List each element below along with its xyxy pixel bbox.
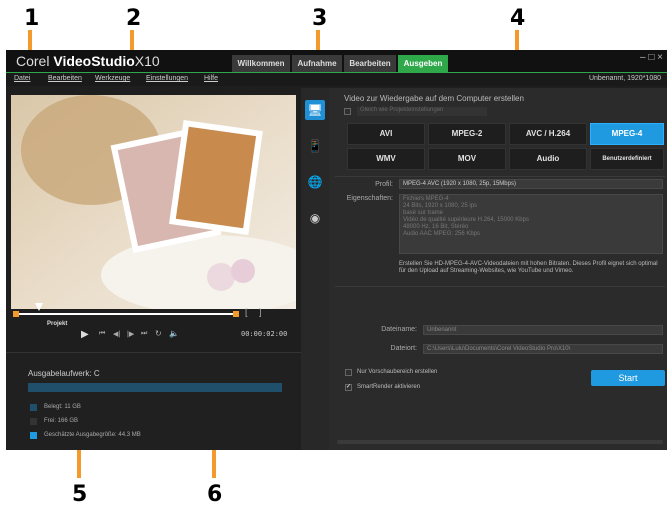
menu-bar: Datei Bearbeiten Werkzeuge Einstellungen… [6, 72, 667, 86]
preview-only-label: Nur Vorschaubereich erstellen [357, 369, 438, 375]
globe-icon[interactable]: 🌐 [305, 172, 325, 192]
used-swatch [30, 404, 37, 411]
used-label: Belegt: 11 GB [44, 404, 81, 410]
play-icon[interactable]: ▶ [81, 329, 89, 340]
callout-4: 4 [510, 6, 526, 31]
trim-end-handle[interactable] [233, 311, 239, 317]
menu-datei[interactable]: Datei [14, 75, 30, 82]
estimated-swatch [30, 432, 37, 439]
window-controls[interactable]: – □ × [640, 52, 663, 63]
repeat-icon[interactable]: ↻ [155, 329, 162, 338]
divider [335, 176, 665, 177]
output-heading: Video zur Wiedergabe auf dem Computer er… [344, 94, 524, 103]
preview-only-checkbox[interactable] [345, 369, 352, 376]
property-line: Fichiers MPEG-4 [403, 196, 449, 202]
property-line: basé sur trame [403, 210, 444, 216]
callout-2: 2 [126, 6, 142, 31]
project-mode-label[interactable]: Projekt [47, 321, 67, 327]
app-window: Corel VideoStudioX10 Willkommen Aufnahme… [6, 50, 667, 450]
tab-ausgeben[interactable]: Ausgeben [398, 55, 448, 72]
output-category-sidebar: 🖥 📱 🌐 ◉ [301, 88, 329, 450]
format-avi[interactable]: AVI [347, 123, 425, 145]
menu-werkzeuge[interactable]: Werkzeuge [95, 75, 130, 82]
mark-in-button[interactable]: [ [245, 307, 248, 317]
start-button[interactable]: Start [591, 370, 665, 386]
location-input[interactable]: C:\Users\Lulu\Documents\Corel VideoStudi… [423, 344, 663, 354]
format-custom[interactable]: Benutzerdefiniert [590, 148, 664, 170]
callout-3: 3 [312, 6, 328, 31]
disc-icon[interactable]: ◉ [305, 208, 325, 228]
timecode[interactable]: 00:00:02:00 [241, 330, 287, 338]
step-forward-icon[interactable]: |▶ [127, 330, 134, 338]
property-line: 24 Bits, 1920 x 1080, 25 ips [403, 203, 478, 209]
tab-aufnahme[interactable]: Aufnahme [292, 55, 342, 72]
format-mpeg2[interactable]: MPEG-2 [428, 123, 506, 145]
callout-5: 5 [72, 482, 88, 507]
app-logo: Corel VideoStudioX10 [16, 53, 160, 69]
location-label: Dateiort: [390, 345, 417, 352]
output-drive-panel: Ausgabelaufwerk: C Belegt: 11 GB Frei: 1… [6, 352, 301, 450]
mark-out-button[interactable]: ] [259, 307, 262, 317]
filename-label: Dateiname: [381, 326, 417, 333]
horizontal-scrollbar[interactable] [337, 440, 663, 444]
properties-label: Eigenschaften: [346, 195, 393, 202]
properties-box: Fichiers MPEG-4 24 Bits, 1920 x 1080, 25… [399, 194, 663, 254]
output-drive-title: Ausgabelaufwerk: C [28, 369, 100, 378]
format-audio[interactable]: Audio [509, 148, 587, 170]
volume-icon[interactable]: 🔈 [169, 329, 179, 338]
property-line: 48000 Hz, 16 Bit, Stéréo [403, 224, 469, 230]
filename-input[interactable]: Unbenannt [423, 325, 663, 335]
menu-hilfe[interactable]: Hilfe [204, 75, 218, 82]
callout-6: 6 [207, 482, 223, 507]
format-mpeg4[interactable]: MPEG-4 [590, 123, 664, 145]
screenshot-root: 1 2 3 4 5 6 Corel VideoStudioX10 Willkom… [0, 0, 667, 512]
callout-1: 1 [24, 6, 40, 31]
scrubber[interactable]: [ ] [11, 303, 296, 319]
step-back-icon[interactable]: ◀| [113, 330, 120, 338]
format-mov[interactable]: MOV [428, 148, 506, 170]
trim-start-handle[interactable] [13, 311, 19, 317]
preview-window[interactable] [11, 95, 296, 309]
menu-bearbeiten[interactable]: Bearbeiten [48, 75, 82, 82]
property-line: Audio AAC MPEG: 256 Kbps [403, 231, 481, 237]
profile-label: Profil: [375, 181, 393, 188]
divider [335, 286, 665, 287]
tab-willkommen[interactable]: Willkommen [232, 55, 290, 72]
project-info: Unbenannt, 1920*1080 [588, 75, 661, 82]
free-swatch [30, 418, 37, 425]
tab-bearbeiten[interactable]: Bearbeiten [344, 55, 396, 72]
drive-usage-bar [28, 383, 282, 392]
output-settings-panel: Video zur Wiedergabe auf dem Computer er… [329, 88, 667, 450]
title-bar: Corel VideoStudioX10 Willkommen Aufnahme… [6, 50, 667, 72]
smartrender-checkbox[interactable]: ✓ [345, 384, 352, 391]
same-as-project-select[interactable]: Gleich wie Projekteinstellungen [357, 107, 487, 116]
same-as-project-checkbox[interactable] [344, 108, 351, 115]
estimated-label: Geschätzte Ausgabegröße: 44.3 MB [44, 432, 141, 438]
monitor-icon[interactable]: 🖥 [305, 100, 325, 120]
profile-select[interactable]: MPEG-4 AVC (1920 x 1080, 25p, 15Mbps) [399, 179, 663, 189]
format-wmv[interactable]: WMV [347, 148, 425, 170]
property-line: Vidéo de qualité supérieure H.264, 15000… [403, 217, 529, 223]
format-avc-h264[interactable]: AVC / H.264 [509, 123, 587, 145]
smartrender-label: SmartRender aktivieren [357, 384, 421, 390]
device-icon[interactable]: 📱 [305, 136, 325, 156]
skip-start-icon[interactable]: ⏮ [99, 330, 105, 338]
free-label: Frei: 166 GB [44, 418, 79, 424]
profile-description: Erstellen Sie HD-MPEG-4-AVC-Videodateien… [399, 261, 658, 274]
preview-image [11, 95, 296, 309]
skip-end-icon[interactable]: ⏭ [141, 330, 147, 338]
menu-einstellungen[interactable]: Einstellungen [146, 75, 188, 82]
playback-controls: Projekt ▶ ⏮ ◀| |▶ ⏭ ↻ 🔈 00:00:02:00 [11, 321, 301, 349]
scrub-track [15, 313, 237, 315]
